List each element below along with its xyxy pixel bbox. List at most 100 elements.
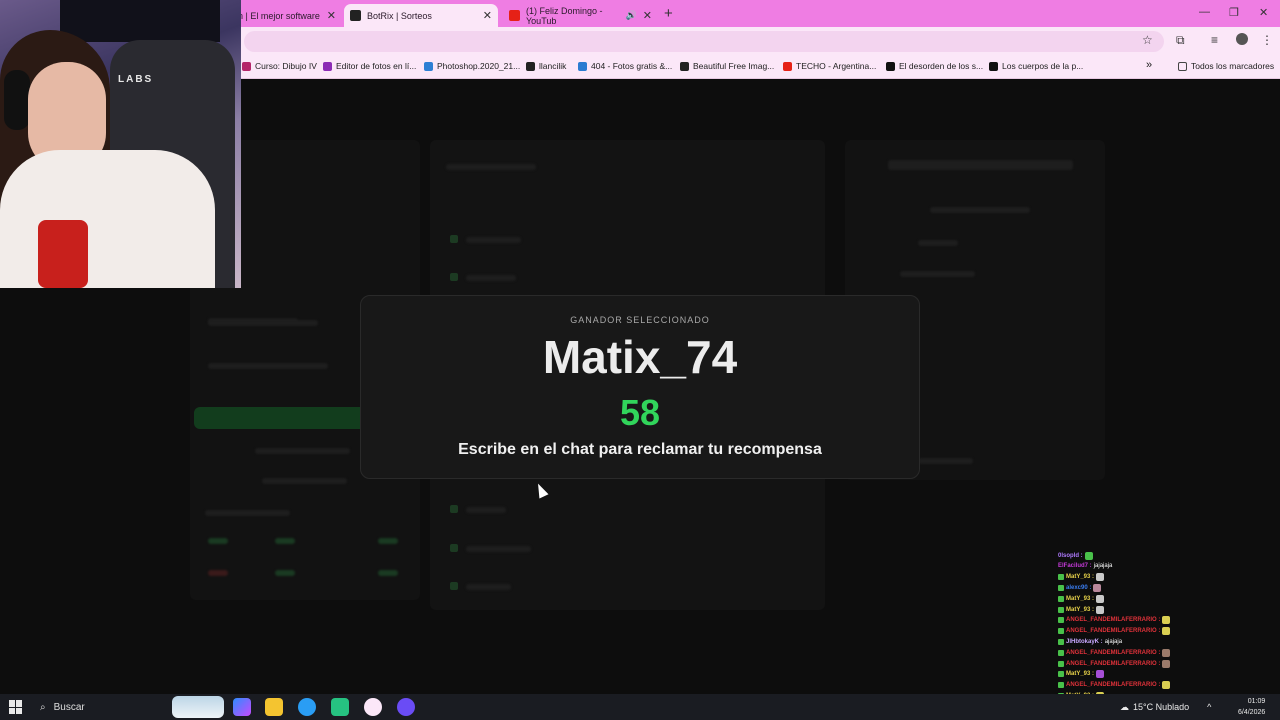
blurred-text [466,507,506,513]
blurred-text [888,160,1073,170]
bookmark-label: Editor de fotos en lí... [336,61,417,71]
blurred-participant-dot [450,582,458,590]
botrix-favicon-icon [350,10,361,21]
chat-emote-icon [1096,670,1105,679]
system-tray: ☁ 15°C Nublado ^ [1120,694,1211,720]
bookmark-label: llancilik [539,61,567,71]
bookmark-item[interactable]: TECHO - Argentina... [783,61,876,71]
blurred-text [918,458,973,464]
obs-icon[interactable] [397,698,415,716]
taskbar-widget-thumbnail[interactable] [172,696,224,718]
system-clock[interactable]: 01:09 6/4/2026 [1238,696,1265,718]
tab-close-icon[interactable]: ✕ [327,9,336,22]
windows-start-icon[interactable] [9,700,23,714]
webcam-overlay: LABS [0,0,241,288]
bookmark-item[interactable]: Photoshop.2020_21... [424,61,520,71]
copilot-icon[interactable] [233,698,251,716]
address-input[interactable] [244,31,1164,52]
chat-emote-icon [1096,605,1105,614]
tab-title: BotRix | Sorteos [367,10,432,21]
tray-chevron-icon[interactable]: ^ [1207,702,1211,712]
chat-badge-icon [1058,660,1064,667]
chat-message: MatY_93 : [1058,669,1105,680]
blurred-participant-dot [450,235,458,243]
profile-avatar[interactable] [1236,33,1248,45]
chat-message: alexc90 : [1058,582,1102,593]
chat-username: JlHbtokayK : [1066,638,1103,645]
bookmark-favicon-icon [323,61,332,71]
winner-eyebrow: GANADOR SELECCIONADO [570,315,710,325]
tab-title: n | El mejor software [238,10,320,21]
blurred-text [466,237,521,243]
chat-emote-icon [1093,583,1102,592]
chrome-icon[interactable] [364,698,382,716]
all-bookmarks-label: Todos los marcadores [1191,61,1275,71]
bookmarks-overflow-button[interactable]: » [1146,59,1152,71]
chat-text: ajajaja [1104,638,1123,645]
bookmark-favicon-icon [424,61,433,71]
speaker-icon[interactable]: 🔊 [626,10,637,21]
cloud-icon: ☁ [1120,701,1129,712]
tab-close-icon[interactable]: ✕ [643,9,652,22]
chat-emote-icon [1162,627,1171,636]
edge-icon[interactable] [298,698,316,716]
streamer-sweater [0,150,215,288]
media-control-icon[interactable]: ≡ [1211,33,1218,47]
minimize-button[interactable]: — [1199,6,1210,18]
chat-badge-icon [1058,606,1064,613]
folder-icon [1178,61,1187,71]
tab-botrix-sorteos[interactable]: BotRix | Sorteos ✕ [344,4,498,27]
blurred-text [466,275,516,281]
chat-username: ElFacilud7 : [1058,563,1092,570]
bookmark-item[interactable]: llancilik [526,61,566,71]
chat-badge-icon [1058,649,1064,656]
extensions-icon[interactable]: ⧉ [1176,33,1185,48]
bookmark-favicon-icon [783,61,792,71]
clock-date: 6/4/2026 [1238,709,1266,716]
chat-badge-icon [1058,574,1064,581]
chat-message: MatY_93 : [1058,604,1105,615]
bookmark-star-icon[interactable]: ☆ [1142,33,1153,47]
winner-modal: GANADOR SELECCIONADO Matix_74 58 Escribe… [360,295,920,479]
clock-time: 01:09 [1247,698,1266,705]
new-tab-button[interactable]: + [664,5,673,22]
chat-emote-icon [1162,616,1171,625]
bookmark-item[interactable]: Los cuerpos de la p... [989,61,1083,71]
app-icon[interactable] [331,698,349,716]
close-window-button[interactable]: ✕ [1259,6,1268,19]
chat-message: 0lsopld : [1058,550,1093,561]
chat-badge-icon [1058,682,1064,689]
chat-emote-icon [1096,594,1105,603]
chat-message: MatY_93 : [1058,572,1105,583]
chat-username: ANGEL_FANDEMILAFERRARIO : [1066,660,1161,667]
chat-username: ANGEL_FANDEMILAFERRARIO : [1066,617,1161,624]
claim-instruction: Escribe en el chat para reclamar tu reco… [458,441,822,458]
tab-el-mejor-software[interactable]: n | El mejor software ✕ [232,4,342,27]
blurred-text [918,240,958,246]
tab-youtube-feliz-domingo[interactable]: (1) Feliz Domingo - YouTub 🔊 ✕ [503,4,658,27]
blurred-toggle [378,538,398,544]
file-explorer-icon[interactable] [265,698,283,716]
bookmark-item[interactable]: Curso: Dibujo IV [242,61,317,71]
bookmark-favicon-icon [886,61,895,71]
chat-username: ANGEL_FANDEMILAFERRARIO : [1066,682,1161,689]
chat-message: JlHbtokayK : ajajaja [1058,636,1122,647]
chat-badge-icon [1058,595,1064,602]
bookmark-item[interactable]: Editor de fotos en lí... [323,61,416,71]
tab-close-icon[interactable]: ✕ [483,9,492,22]
winner-name: Matix_74 [542,331,738,383]
chat-message: MatY_93 : [1058,593,1105,604]
blurred-toggle [275,538,295,544]
bookmark-item[interactable]: El desorden de los s... [886,61,983,71]
tab-title: (1) Feliz Domingo - YouTub [526,5,603,26]
bookmark-favicon-icon [989,61,998,71]
weather-text[interactable]: 15°C Nublado [1133,702,1189,712]
all-bookmarks-button[interactable]: Todos los marcadores [1178,61,1274,71]
blurred-participant-dot [450,544,458,552]
bookmark-item[interactable]: 404 - Fotos gratis &... [578,61,672,71]
bookmark-item[interactable]: Beautiful Free Imag... [680,61,774,71]
bookmark-favicon-icon [526,61,535,71]
maximize-button[interactable]: ❐ [1229,6,1239,19]
chat-badge-icon [1058,671,1064,678]
browser-menu-icon[interactable]: ⋮ [1261,33,1273,47]
